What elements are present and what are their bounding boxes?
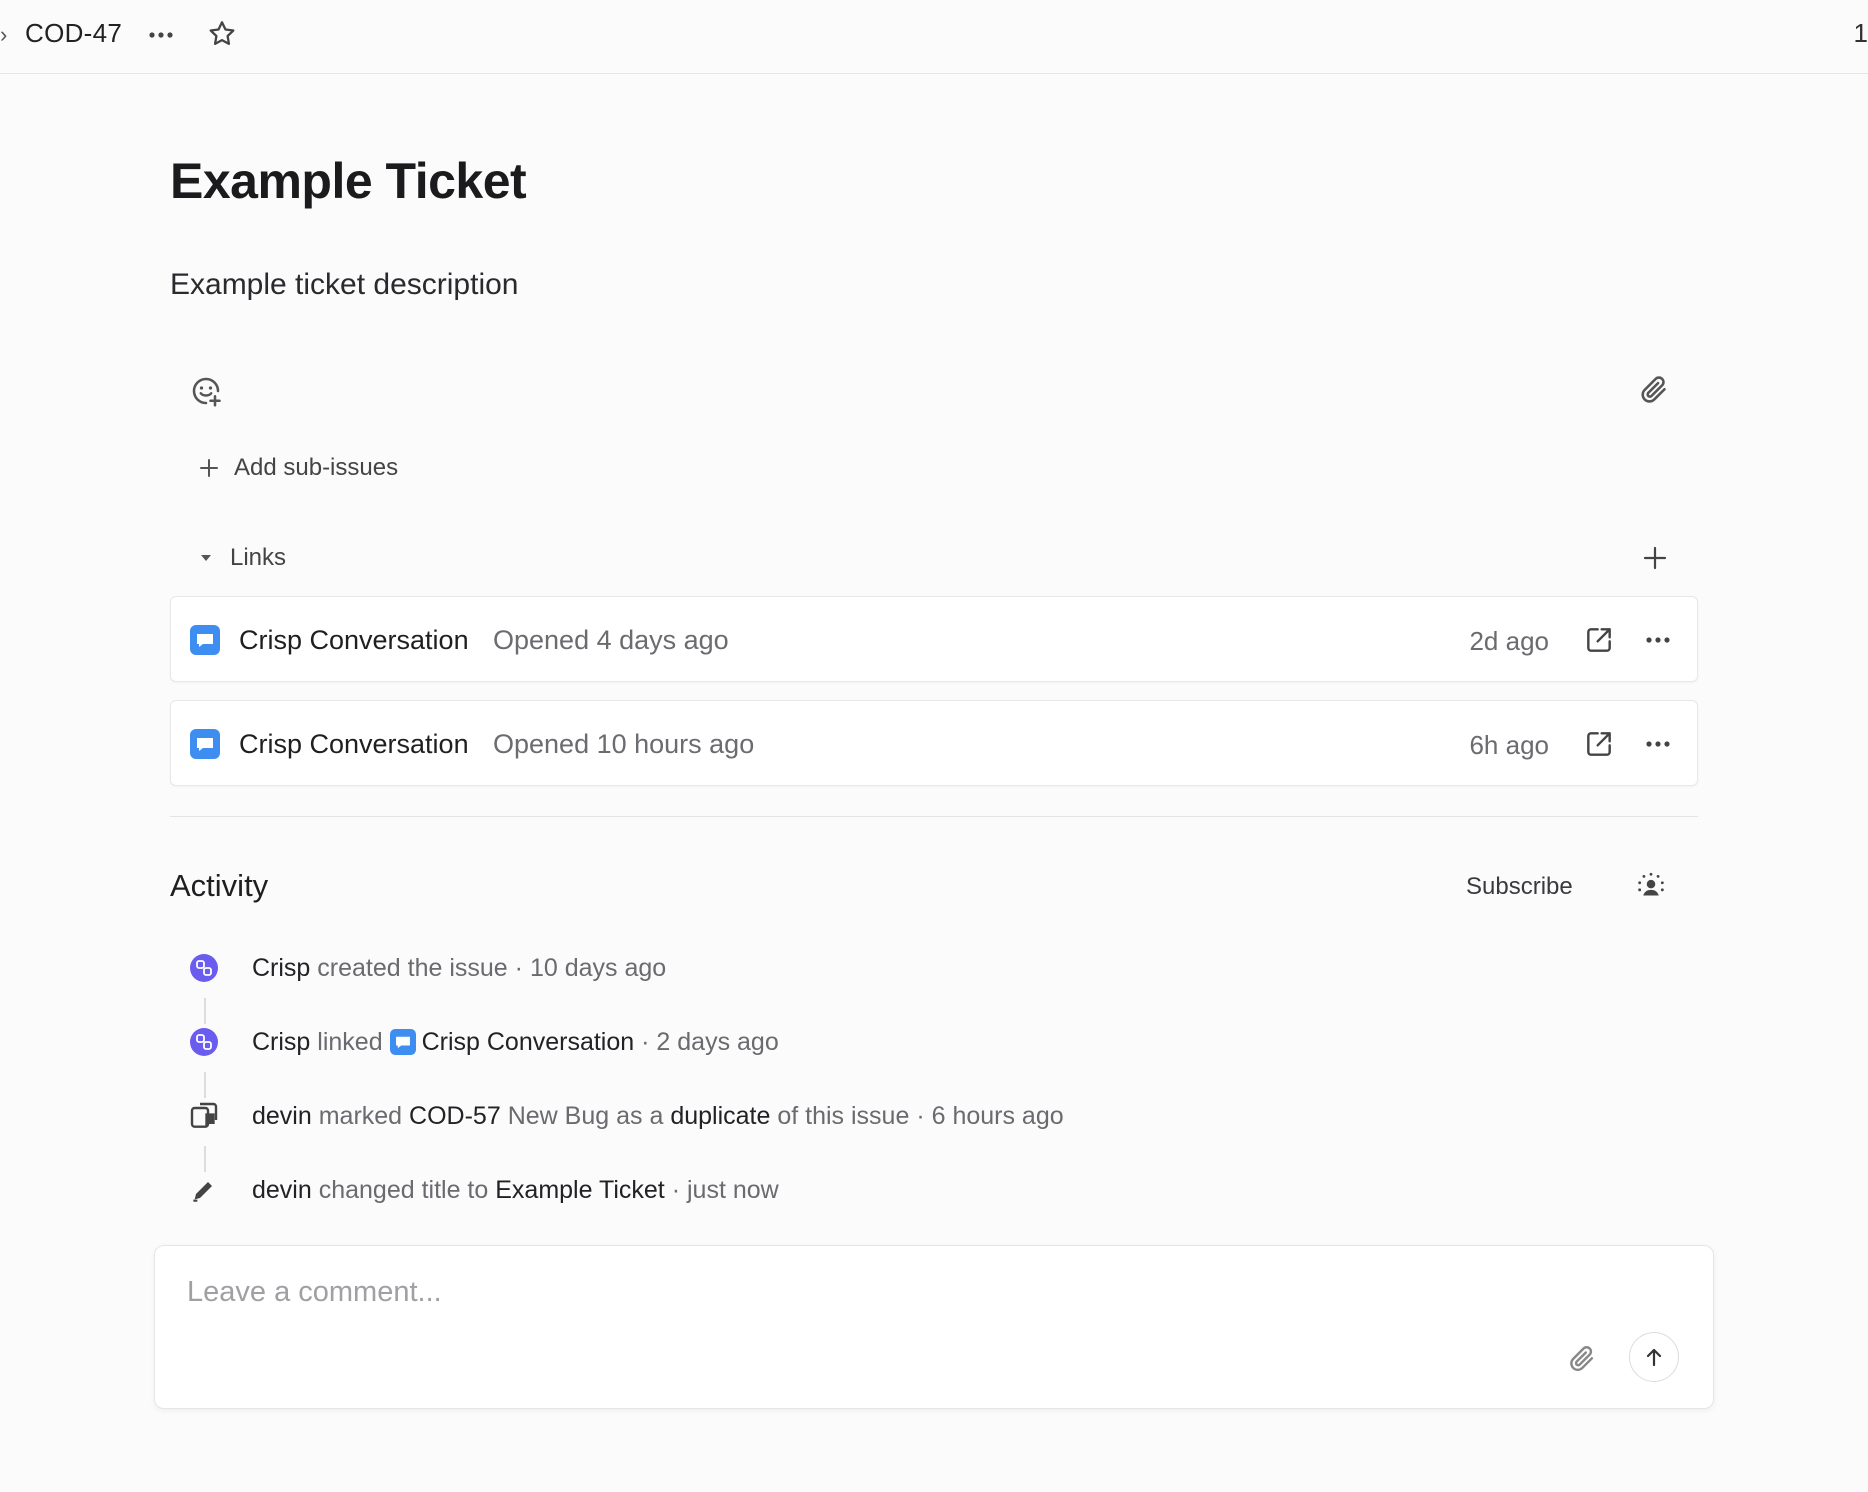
activity-issue-title[interactable]: New Bug bbox=[508, 1102, 609, 1130]
activity-relation: duplicate bbox=[670, 1102, 771, 1130]
activity-linked-target[interactable]: Crisp Conversation bbox=[389, 1028, 635, 1056]
add-sub-issues-button[interactable]: Add sub-issues bbox=[198, 454, 398, 482]
attachment-icon[interactable] bbox=[1636, 372, 1672, 408]
caret-down-icon bbox=[201, 555, 211, 561]
activity-target: Example Ticket bbox=[495, 1176, 665, 1204]
activity-separator: · bbox=[916, 1102, 925, 1130]
activity-time: 10 days ago bbox=[529, 954, 667, 982]
link-card[interactable]: Crisp Conversation Opened 4 days ago 2d … bbox=[170, 596, 1698, 682]
crisp-chat-icon bbox=[190, 729, 220, 759]
activity-tail: of this issue bbox=[777, 1102, 910, 1130]
crisp-chat-icon bbox=[389, 1029, 416, 1055]
issue-description[interactable]: Example ticket description bbox=[170, 268, 519, 302]
add-link-icon[interactable] bbox=[1641, 544, 1669, 572]
activity-action: created the issue bbox=[317, 954, 508, 982]
activity-target-label: Crisp Conversation bbox=[421, 1028, 635, 1056]
activity-time: 2 days ago bbox=[656, 1028, 779, 1056]
link-card[interactable]: Crisp Conversation Opened 10 hours ago 6… bbox=[170, 700, 1698, 786]
links-section-toggle[interactable]: Links bbox=[198, 544, 286, 572]
ticket-id[interactable]: COD-47 bbox=[25, 18, 122, 49]
plus-icon bbox=[200, 459, 218, 477]
activity-text: Crisp created the issue · 10 days ago bbox=[252, 954, 666, 983]
more-options-icon[interactable] bbox=[1643, 627, 1673, 653]
timeline-connector bbox=[204, 1146, 206, 1172]
activity-text: Crisp linked Crisp Conversation · 2 days… bbox=[252, 1028, 779, 1057]
more-options-icon[interactable] bbox=[1643, 731, 1673, 757]
activity-action: linked bbox=[317, 1028, 383, 1056]
activity-issue-id[interactable]: COD-57 bbox=[409, 1102, 501, 1130]
favorite-star-icon[interactable] bbox=[206, 18, 238, 55]
attachment-icon[interactable] bbox=[1565, 1342, 1599, 1376]
link-status: Opened 4 days ago bbox=[493, 625, 729, 655]
activity-separator: · bbox=[514, 954, 523, 982]
subscribers-icon[interactable] bbox=[1634, 870, 1668, 904]
integration-icon bbox=[188, 952, 220, 984]
arrow-up-icon bbox=[1646, 1348, 1662, 1367]
section-divider bbox=[170, 816, 1698, 817]
activity-time: 6 hours ago bbox=[931, 1102, 1064, 1130]
link-time: 2d ago bbox=[1469, 626, 1549, 656]
breadcrumb-chevron-icon[interactable]: › bbox=[0, 22, 7, 48]
activity-title: Activity bbox=[170, 868, 269, 903]
subscribe-button[interactable]: Subscribe bbox=[1466, 873, 1573, 901]
activity-separator: · bbox=[671, 1176, 681, 1204]
issue-title[interactable]: Example Ticket bbox=[170, 152, 527, 210]
pencil-icon bbox=[188, 1174, 220, 1206]
open-external-icon[interactable] bbox=[1583, 728, 1615, 760]
link-name: Crisp Conversation bbox=[239, 625, 469, 655]
link-name: Crisp Conversation bbox=[239, 729, 469, 759]
more-options-icon[interactable] bbox=[146, 20, 176, 55]
activity-actor[interactable]: devin bbox=[252, 1176, 312, 1204]
add-reaction-icon[interactable] bbox=[188, 373, 224, 409]
activity-actor[interactable]: Crisp bbox=[252, 1028, 310, 1056]
activity-text: devin changed title to Example Ticket · … bbox=[252, 1176, 779, 1205]
send-comment-button[interactable] bbox=[1629, 1332, 1679, 1382]
comment-input[interactable] bbox=[187, 1270, 1487, 1314]
comment-box bbox=[154, 1245, 1714, 1409]
activity-actor[interactable]: devin bbox=[252, 1102, 312, 1130]
activity-separator: · bbox=[641, 1028, 650, 1056]
timeline-connector bbox=[204, 998, 206, 1024]
edge-indicator: 1 bbox=[1853, 18, 1868, 48]
activity-action: marked bbox=[318, 1102, 403, 1130]
activity-actor[interactable]: Crisp bbox=[252, 954, 310, 982]
timeline-connector bbox=[204, 1072, 206, 1098]
activity-text: devin marked COD-57 New Bug as a duplica… bbox=[252, 1102, 1064, 1131]
top-bar: › COD-47 1 bbox=[0, 0, 1868, 74]
integration-icon bbox=[188, 1026, 220, 1058]
activity-action: changed title to bbox=[318, 1176, 489, 1204]
link-status: Opened 10 hours ago bbox=[493, 729, 755, 759]
activity-mid: as a bbox=[616, 1102, 664, 1130]
link-time: 6h ago bbox=[1469, 730, 1549, 760]
crisp-chat-icon bbox=[190, 625, 220, 655]
duplicate-icon bbox=[188, 1100, 220, 1132]
activity-time: just now bbox=[687, 1176, 779, 1204]
add-sub-issues-label: Add sub-issues bbox=[234, 454, 399, 481]
open-external-icon[interactable] bbox=[1583, 624, 1615, 656]
links-header-label: Links bbox=[230, 544, 287, 571]
